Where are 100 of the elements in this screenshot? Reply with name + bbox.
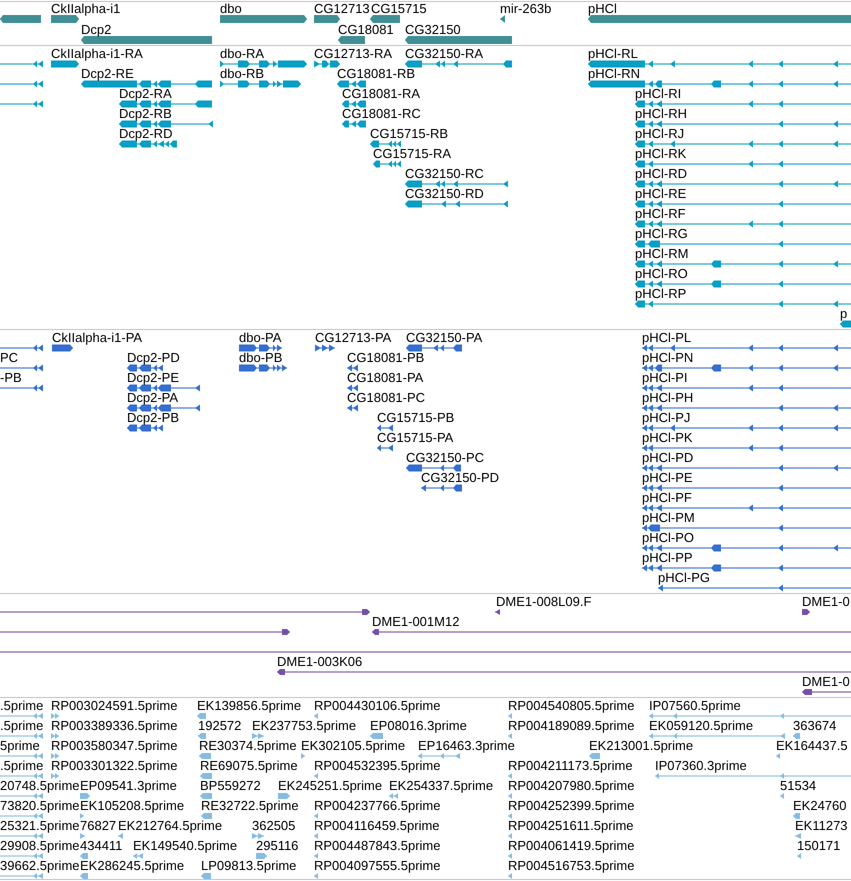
feature-label: EK105208.5prime: [80, 799, 184, 813]
feature-label: Dcp2-PD: [127, 351, 180, 365]
feature-label: CkIIalpha-i1: [51, 2, 120, 16]
feature-label: p: [840, 307, 848, 321]
feature-label: RP004516753.5prime: [508, 859, 634, 873]
feature-label: CG12713: [314, 2, 370, 16]
feature-label: pHCl-PO: [642, 531, 694, 545]
feature-label: RP003024591.5prime: [51, 699, 178, 713]
feature-label: CkIIalpha-i1-PA: [52, 331, 142, 345]
feature-label: 150171: [797, 839, 840, 853]
feature-label: 51534: [780, 779, 816, 793]
feature-label: 5prime: [0, 739, 40, 753]
feature-label: pHCl-PJ: [642, 411, 690, 425]
feature-label: EP08016.3prime: [370, 719, 467, 733]
feature-label: Dcp2-PB: [127, 411, 180, 425]
feature-label: RP004061419.5prime: [508, 839, 634, 853]
feature-label: IP07360.3prime: [655, 759, 747, 773]
feature-label: .5prime: [0, 699, 44, 713]
feature-label: Dcp2-RE: [81, 67, 134, 81]
feature-label: pHCl-RP: [635, 287, 686, 301]
feature-label: dbo-PA: [239, 331, 282, 345]
feature-label: EK139856.5prime: [197, 699, 302, 713]
feature-label: RP004207980.5prime: [508, 779, 634, 793]
feature-label: pHCl-PE: [642, 471, 693, 485]
feature-label: RP004211173.5prime: [508, 759, 633, 773]
feature-label: pHCl-PH: [642, 391, 694, 405]
feature-label: RP004252399.5prime: [508, 799, 634, 813]
feature-label: pHCl-PN: [642, 351, 694, 365]
feature-label: pHCl-PD: [642, 451, 694, 465]
feature-label: CG32150-RA: [405, 47, 484, 61]
feature-label: pHCl-PP: [642, 551, 693, 565]
feature-label: CG18081-RB: [337, 67, 416, 81]
feature-label: pHCl-RL: [588, 47, 638, 61]
feature-label: 362505: [252, 819, 296, 833]
feature-label: RP003389336.5prime: [51, 719, 178, 733]
feature-label: Dcp2: [81, 23, 112, 37]
feature-label: RP004097555.5prime: [314, 859, 440, 873]
feature-label: EK286245.5prime: [80, 859, 184, 873]
feature-label: mir-263b: [500, 2, 552, 16]
feature-label: Dcp2-PE: [127, 371, 180, 385]
feature-label: RP004540805.5prime: [508, 699, 634, 713]
feature-label: pHCl-RH: [635, 107, 687, 121]
feature-label: CG18081-PA: [347, 371, 424, 385]
feature-label: CG18081-PC: [347, 391, 426, 405]
feature-label: BP559272: [200, 779, 261, 793]
feature-label: CG32150-PC: [406, 451, 484, 465]
feature-label: -PB: [0, 371, 22, 385]
feature-label: 39662.5prime: [0, 859, 80, 873]
feature-label: CG18081-RA: [342, 87, 420, 101]
feature-label: EK245251.5prime: [278, 779, 382, 793]
feature-label: RP004430106.5prime: [314, 699, 440, 713]
feature-label: 192572: [198, 719, 242, 733]
feature-label: 29908.5prime: [0, 839, 80, 853]
feature-label: EK212764.5prime: [118, 819, 222, 833]
feature-label: dbo: [220, 2, 242, 16]
feature-label: pHCl: [588, 2, 617, 16]
feature-label: CG18081: [338, 23, 394, 37]
feature-label: RP003301322.5prime: [51, 759, 178, 773]
feature-label: 73820.5prime: [0, 799, 80, 813]
feature-label: pHCl-RI: [635, 87, 682, 101]
feature-label: pHCl-PL: [642, 331, 692, 345]
feature-label: IP07560.5prime: [649, 699, 741, 713]
feature-label: Dcp2-RA: [119, 87, 172, 101]
feature-label: RE30374.5prime: [199, 739, 297, 753]
feature-label: CG32150-RC: [405, 167, 484, 181]
feature-label: CG32150-PA: [406, 331, 482, 345]
feature-label: EK164437.5: [776, 739, 848, 753]
feature-label: pHCl-PI: [642, 371, 688, 385]
feature-label: .5prime: [0, 719, 44, 733]
feature-label: Dcp2-RB: [119, 107, 172, 121]
feature-label: CG15715-RA: [373, 147, 452, 161]
feature-label: CG15715-RB: [370, 127, 448, 141]
feature-label: EK302105.5prime: [301, 739, 406, 753]
feature-label: EK254337.5prime: [389, 779, 494, 793]
feature-label: CG12713-RA: [314, 47, 392, 61]
feature-label: CG32150: [405, 23, 461, 37]
feature-label: CG18081-RC: [342, 107, 421, 121]
feature-label: CG32150-PD: [421, 471, 500, 485]
feature-label: RP004532395.5prime: [314, 759, 440, 773]
feature-label: LP09813.5prime: [201, 859, 296, 873]
feature-label: CG18081-PB: [347, 351, 424, 365]
feature-label: pHCl-RF: [635, 207, 686, 221]
feature-label: CG12713-PA: [315, 331, 392, 345]
feature-label: RP004487843.5prime: [314, 839, 440, 853]
feature-label: EP09541.3prime: [80, 779, 177, 793]
feature-label: EP16463.3prime: [418, 739, 515, 753]
feature-label: 20748.5prime: [0, 779, 80, 793]
feature-label: RP003580347.5prime: [51, 739, 178, 753]
feature-label: pHCl-PK: [642, 431, 693, 445]
feature-label: dbo-RA: [220, 47, 264, 61]
feature-label: pHCl-PM: [642, 511, 695, 525]
feature-label: 76827: [80, 819, 116, 833]
feature-label: EK11273: [795, 819, 848, 833]
feature-label: CG15715: [371, 2, 427, 16]
feature-label: EK237753.5prime: [252, 719, 356, 733]
feature-label: pHCl-RG: [635, 227, 688, 241]
feature-label: 434411: [80, 839, 122, 853]
feature-label: .5prime: [0, 759, 44, 773]
feature-label: DME1-003K06: [277, 655, 362, 669]
feature-label: 295116: [256, 839, 298, 853]
